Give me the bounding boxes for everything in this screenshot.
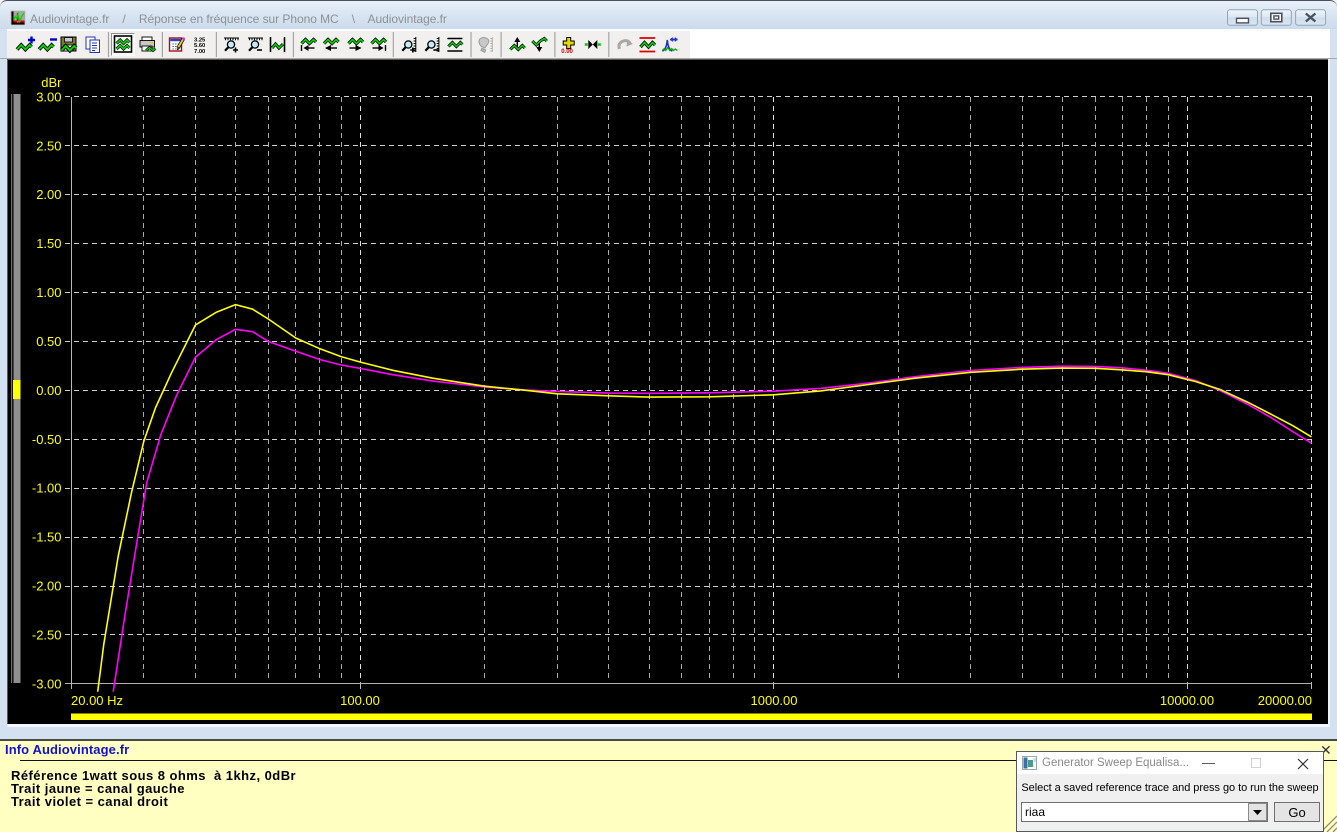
svg-text:1.50: 1.50: [36, 236, 61, 251]
svg-text:2.00: 2.00: [36, 187, 61, 202]
svg-text:-1.50: -1.50: [32, 530, 62, 545]
svg-text:-3.00: -3.00: [32, 676, 62, 691]
svg-text:-2.00: -2.00: [32, 579, 62, 594]
svg-text:0.00: 0.00: [561, 49, 573, 55]
svg-text:100.00: 100.00: [340, 693, 380, 708]
svg-text:-0.50: -0.50: [32, 432, 62, 447]
svg-text:0.00: 0.00: [36, 383, 61, 398]
svg-text:-1.00: -1.00: [32, 481, 62, 496]
svg-text:1000.00: 1000.00: [751, 693, 798, 708]
svg-text:-2.50: -2.50: [32, 628, 62, 643]
svg-text:dBr: dBr: [41, 75, 62, 90]
svg-text:20000.00: 20000.00: [1258, 693, 1312, 708]
svg-text:7.00: 7.00: [194, 49, 205, 55]
svg-text:1.00: 1.00: [36, 285, 61, 300]
svg-text:2.50: 2.50: [36, 138, 61, 153]
svg-text:3.00: 3.00: [36, 89, 61, 104]
svg-text:20.00 Hz: 20.00 Hz: [71, 693, 123, 708]
svg-text:10000.00: 10000.00: [1160, 693, 1214, 708]
svg-text:0.50: 0.50: [36, 334, 61, 349]
